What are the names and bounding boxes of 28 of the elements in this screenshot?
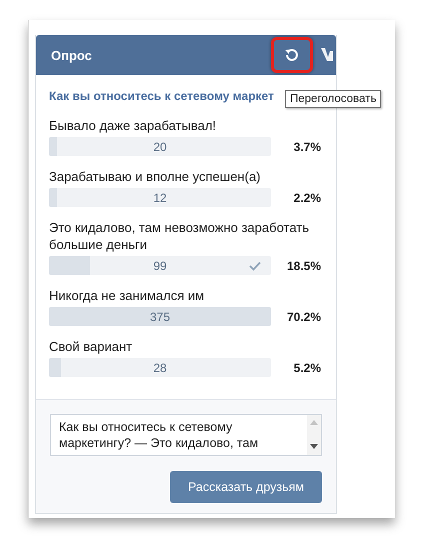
result-bar[interactable]: 12 (49, 188, 271, 207)
result-bar[interactable]: 99 (49, 256, 271, 275)
vote-percent: 2.2% (294, 190, 321, 204)
share-button[interactable]: Рассказать друзьям (170, 471, 322, 503)
vote-percent: 3.7% (294, 140, 321, 154)
logo-icon (321, 47, 333, 63)
result-bar[interactable]: 20 (49, 137, 271, 156)
tooltip: Переголосовать (285, 90, 382, 108)
result-bar[interactable]: 375 (49, 307, 271, 326)
vote-count: 375 (150, 310, 170, 324)
share-text-field[interactable]: Как вы относитесь к сетевому маркетингу? — Это кидалово, там (50, 414, 322, 456)
panel-title: Опрос (51, 48, 93, 62)
result-bar[interactable]: 28 (49, 358, 271, 377)
vote-percent: 5.2% (294, 360, 321, 374)
option-label: Это кидалово, там невозможно заработать большие деньги (49, 219, 309, 253)
scrollbar[interactable] (307, 415, 321, 455)
option-label: Никогда не занимался им (49, 287, 206, 304)
option-label: Зарабатываю и вполне успешен(а) (49, 168, 262, 185)
refresh-icon[interactable] (283, 46, 301, 64)
vote-percent: 18.5% (286, 258, 321, 272)
vote-count: 20 (153, 140, 167, 154)
option-label: Свой вариант (49, 338, 134, 355)
vote-count: 28 (153, 360, 167, 374)
vote-percent: 70.2% (286, 310, 321, 324)
vote-count: 12 (153, 190, 167, 204)
check-icon (249, 261, 261, 271)
option-label: Бывало даже зарабатывал! (49, 117, 218, 134)
vote-count: 99 (153, 258, 167, 272)
